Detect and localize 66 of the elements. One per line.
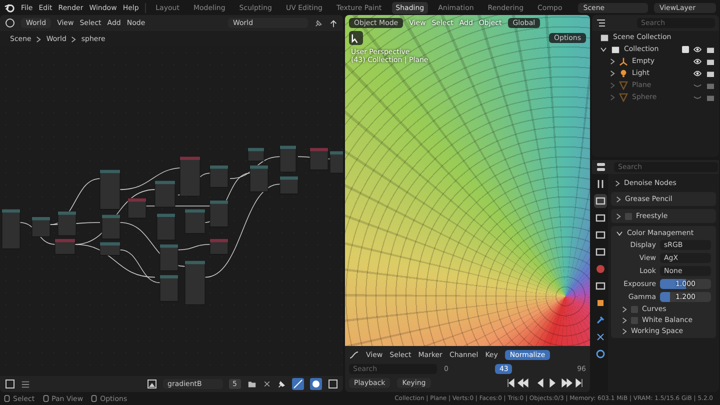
shader-node[interactable]	[58, 211, 76, 236]
close-icon[interactable]	[263, 380, 271, 388]
shader-node[interactable]	[32, 216, 50, 237]
shader-node[interactable]	[102, 214, 120, 240]
mouse-icon	[91, 394, 98, 403]
select-tool-icon[interactable]	[349, 31, 363, 45]
eye-icon[interactable]	[693, 70, 702, 76]
shader-node[interactable]	[250, 165, 268, 192]
editor-type-icon[interactable]	[5, 379, 15, 389]
node-link	[298, 156, 330, 160]
expand-chevron-icon[interactable]	[616, 196, 621, 202]
shader-node[interactable]	[210, 200, 228, 228]
mouse-icon	[42, 394, 49, 403]
shader-node[interactable]	[156, 213, 176, 240]
chevron-icon	[71, 36, 76, 42]
mouse-icon	[4, 394, 10, 403]
checkbox[interactable]	[631, 306, 638, 312]
collection-box-icon	[600, 32, 609, 42]
shader-node[interactable]	[2, 209, 20, 250]
checkbox[interactable]	[682, 46, 689, 52]
expand-chevron-icon[interactable]	[616, 212, 621, 220]
checkbox[interactable]	[625, 212, 632, 220]
folder-icon[interactable]	[247, 380, 257, 388]
menu-icon[interactable]	[21, 380, 30, 388]
pin-icon[interactable]	[314, 18, 323, 28]
render-tab-icon[interactable]	[594, 194, 606, 208]
shader-node[interactable]	[280, 176, 298, 194]
axes-icon	[619, 56, 628, 66]
parent-arrow-icon[interactable]	[329, 18, 338, 28]
closed-eye-icon[interactable]	[693, 94, 702, 100]
shader-node[interactable]	[330, 150, 343, 174]
display-mode-icon[interactable]	[596, 18, 606, 28]
eye-icon[interactable]	[693, 58, 702, 64]
shader-node[interactable]	[184, 260, 206, 305]
shader-node[interactable]	[160, 274, 178, 302]
editor-type-icon[interactable]	[596, 162, 606, 172]
editor-type-icon[interactable]	[5, 18, 15, 28]
backdrop-icon[interactable]	[328, 379, 338, 389]
collection-box-icon	[611, 44, 620, 54]
overlay-toggle-icon[interactable]	[310, 378, 322, 390]
shader-node[interactable]	[54, 238, 76, 255]
shader-node[interactable]	[154, 180, 176, 208]
expand-chevron-icon[interactable]	[615, 180, 620, 186]
shader-node[interactable]	[310, 148, 328, 170]
shader-node[interactable]	[128, 198, 146, 218]
shader-node[interactable]	[248, 148, 264, 162]
shader-node[interactable]	[180, 156, 200, 196]
blender-logo-icon[interactable]	[4, 2, 15, 13]
collapse-chevron-icon[interactable]	[616, 230, 623, 236]
shader-node[interactable]	[210, 238, 228, 255]
world-tab-icon[interactable]	[594, 262, 606, 276]
closed-eye-icon[interactable]	[693, 82, 702, 88]
shader-node[interactable]	[280, 145, 296, 172]
shader-node[interactable]	[100, 242, 120, 256]
shader-node[interactable]	[210, 165, 228, 188]
light-bulb-icon	[619, 68, 628, 78]
snap-toggle-icon[interactable]	[292, 378, 304, 390]
editor-type-icon[interactable]	[349, 350, 359, 360]
physics-tab-icon[interactable]	[594, 347, 606, 361]
eye-icon[interactable]	[693, 46, 702, 52]
checkbox[interactable]	[631, 316, 638, 324]
image-icon[interactable]	[146, 379, 157, 389]
chevron-icon	[36, 36, 42, 42]
shader-node[interactable]	[160, 244, 178, 271]
shader-node[interactable]	[184, 209, 206, 234]
shader-node[interactable]	[100, 170, 120, 210]
